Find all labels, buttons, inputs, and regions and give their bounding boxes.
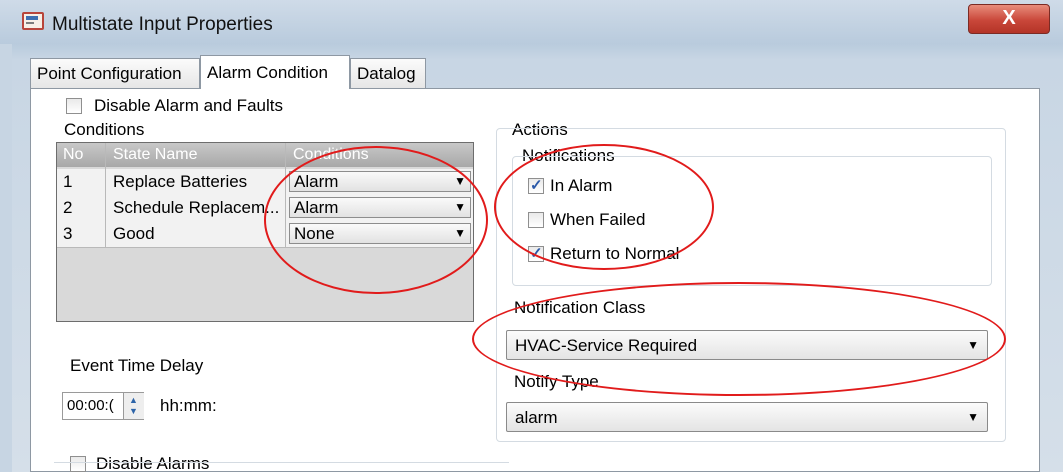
table-row[interactable]: 1 Replace Batteries Alarm ▼ [57,169,473,196]
notification-class-dropdown[interactable]: HVAC-Service Required ▼ [506,330,988,360]
condition-dropdown[interactable]: Alarm ▼ [289,197,471,218]
condition-value: Alarm [294,198,339,217]
notify-type-label: Notify Type [514,372,599,391]
column-divider [285,143,286,247]
conditions-table: No State Name Conditions 1 Replace Batte… [56,142,474,322]
condition-dropdown[interactable]: None ▼ [289,223,471,244]
notify-type-value: alarm [515,408,558,427]
conditions-label: Conditions [64,120,145,139]
tab-point-configuration[interactable]: Point Configuration [30,58,200,88]
event-time-delay-label: Event Time Delay [70,356,204,375]
dropdown-arrow-icon: ▼ [967,338,979,352]
row-no: 1 [63,172,73,191]
properties-dialog: Multistate Input Properties X Point Conf… [0,0,1063,472]
row-state-name: Good [113,224,155,243]
time-unit-label: hh:mm: [160,396,217,415]
row-state-name: Replace Batteries [113,172,248,191]
dropdown-arrow-icon: ▼ [967,410,979,424]
window-left-edge [0,44,12,472]
group-divider [54,462,509,463]
when-failed-checkbox[interactable] [528,212,544,228]
spin-up-icon[interactable]: ▲ [129,395,138,405]
return-to-normal-label: Return to Normal [550,244,680,263]
title-bar: Multistate Input Properties X [0,0,1063,44]
when-failed-label: When Failed [550,210,646,229]
condition-dropdown[interactable]: Alarm ▼ [289,171,471,192]
row-no: 3 [63,224,73,243]
tab-alarm-condition[interactable]: Alarm Condition [200,55,350,89]
row-state-name: Schedule Replacem... [113,198,280,217]
dropdown-arrow-icon: ▼ [454,200,466,214]
condition-value: Alarm [294,172,339,191]
event-time-delay-spinner[interactable]: 00:00:( ▲ ▼ [62,392,144,420]
header-no: No [63,146,84,163]
spin-down-icon[interactable]: ▼ [129,406,138,416]
header-state-name: State Name [113,146,198,163]
dropdown-arrow-icon: ▼ [454,174,466,188]
return-to-normal-checkbox[interactable] [528,244,544,262]
spinner-buttons[interactable]: ▲ ▼ [123,393,144,419]
notify-type-dropdown[interactable]: alarm ▼ [506,402,988,432]
close-button[interactable]: X [968,4,1050,34]
table-row[interactable]: 3 Good None ▼ [57,221,473,248]
disable-alarm-faults-checkbox[interactable] [66,98,82,114]
table-header: No State Name Conditions [57,143,473,167]
condition-value: None [294,224,335,243]
notification-class-label: Notification Class [514,298,646,317]
window-title: Multistate Input Properties [52,14,273,35]
tab-datalog[interactable]: Datalog [350,58,426,88]
disable-alarms-label: Disable Alarms [96,454,210,472]
column-divider [105,143,106,247]
row-no: 2 [63,198,73,217]
disable-alarms-checkbox[interactable] [70,456,86,472]
table-row[interactable]: 2 Schedule Replacem... Alarm ▼ [57,195,473,222]
event-time-delay-value: 00:00:( [67,397,114,414]
app-icon [22,12,44,30]
disable-alarm-faults-label: Disable Alarm and Faults [94,96,283,115]
in-alarm-checkbox[interactable] [528,176,544,194]
dropdown-arrow-icon: ▼ [454,226,466,240]
notification-class-value: HVAC-Service Required [515,336,698,355]
in-alarm-label: In Alarm [550,176,613,195]
header-conditions: Conditions [293,146,369,163]
